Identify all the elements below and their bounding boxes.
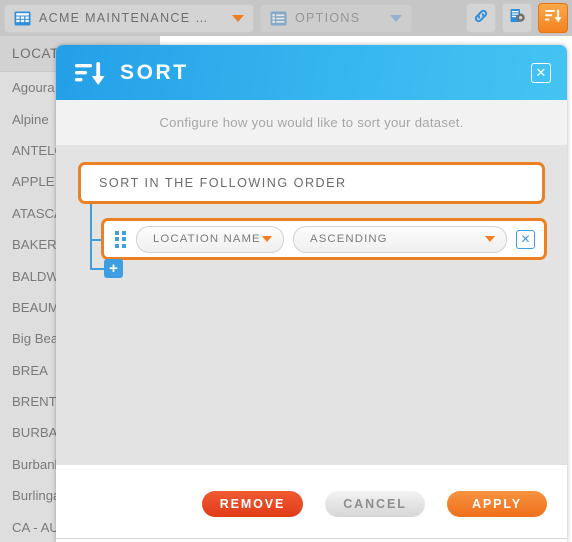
sort-dialog-title: SORT	[120, 60, 189, 84]
remove-button[interactable]: REMOVE	[202, 491, 303, 517]
sort-direction-dropdown[interactable]: ASCENDING	[293, 225, 507, 253]
sort-dialog-header: SORT ✕	[56, 45, 567, 100]
sort-dialog-subtitle: Configure how you would like to sort you…	[56, 100, 567, 145]
sort-button[interactable]	[538, 3, 568, 33]
sort-dialog-footer: REMOVE CANCEL APPLY	[56, 465, 567, 542]
sort-descending-icon	[74, 58, 108, 88]
remove-rule-icon[interactable]: ✕	[516, 229, 535, 249]
export-document-button[interactable]	[502, 3, 532, 33]
sort-descending-icon	[543, 6, 563, 31]
toolbar-icon-group	[466, 3, 568, 33]
dialog-bottom-edge	[56, 538, 567, 542]
sort-dialog-body: SORT IN THE FOLLOWING ORDER LOCATION NAM…	[56, 145, 567, 465]
close-icon[interactable]: ✕	[531, 62, 551, 83]
link-icon	[472, 7, 490, 30]
sort-dialog: SORT ✕ Configure how you would like to s…	[56, 45, 567, 542]
sort-column-value: LOCATION NAME	[153, 233, 261, 245]
options-button[interactable]: OPTIONS	[260, 3, 412, 33]
list-options-icon	[270, 10, 287, 27]
chevron-down-icon	[390, 14, 402, 22]
tree-connector-vertical	[90, 204, 92, 269]
chevron-down-icon	[485, 236, 495, 242]
sort-rule-row: LOCATION NAME ASCENDING ✕	[101, 218, 547, 260]
sort-direction-value: ASCENDING	[310, 233, 388, 245]
apply-button[interactable]: APPLY	[447, 491, 547, 517]
dataset-selector-label: ACME MAINTENANCE …	[39, 11, 209, 25]
sort-column-dropdown[interactable]: LOCATION NAME	[136, 225, 284, 253]
options-button-label: OPTIONS	[295, 11, 361, 25]
app-root: ACME MAINTENANCE … OPTIONS LOCAT… Agoura…	[0, 0, 572, 542]
table-grid-icon	[14, 10, 31, 27]
chevron-down-icon	[232, 14, 244, 22]
dataset-selector-button[interactable]: ACME MAINTENANCE …	[4, 3, 254, 33]
sort-order-section-label: SORT IN THE FOLLOWING ORDER	[78, 162, 545, 204]
tree-connector-to-add	[90, 268, 104, 270]
cancel-button[interactable]: CANCEL	[325, 491, 425, 517]
document-gear-icon	[508, 7, 526, 30]
link-button[interactable]	[466, 3, 496, 33]
chevron-down-icon	[262, 236, 272, 242]
top-toolbar: ACME MAINTENANCE … OPTIONS	[0, 0, 572, 36]
drag-dots-icon[interactable]	[115, 230, 127, 248]
add-rule-button[interactable]: +	[104, 259, 123, 278]
